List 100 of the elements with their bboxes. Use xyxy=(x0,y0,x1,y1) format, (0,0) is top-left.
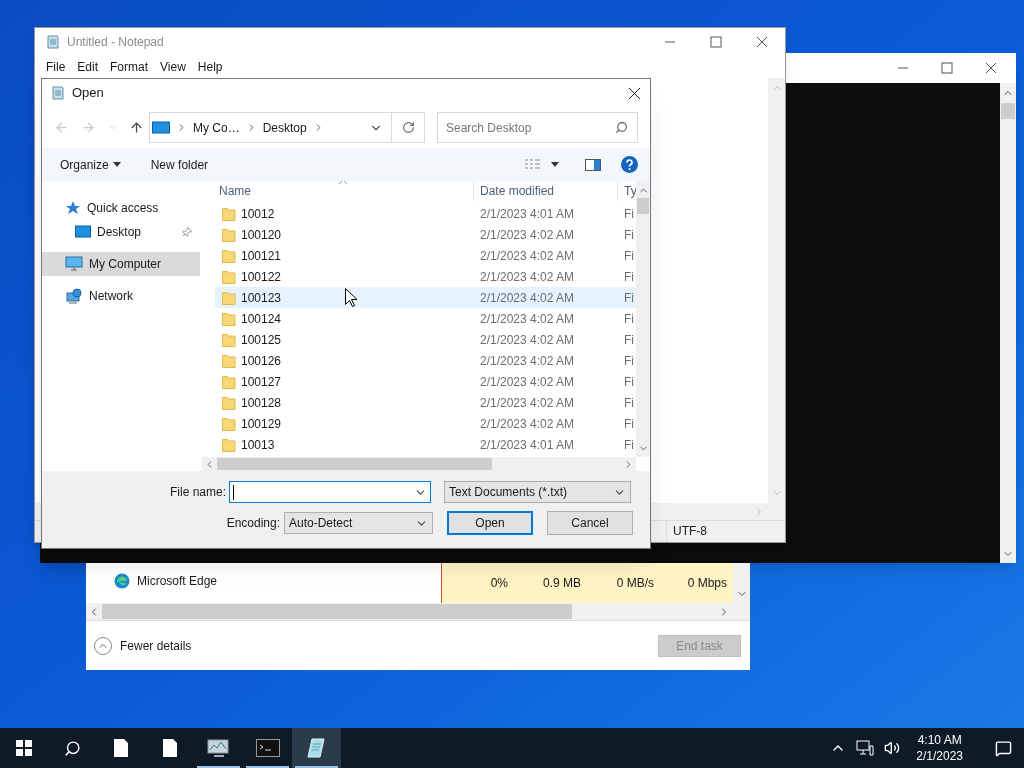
notepad-icon xyxy=(50,85,66,101)
running-indicator xyxy=(197,766,240,768)
file-name: 10013 xyxy=(241,436,275,454)
up-icon[interactable] xyxy=(129,120,144,135)
scroll-thumb[interactable] xyxy=(637,198,649,214)
search-field[interactable]: Search Desktop xyxy=(437,112,638,143)
breadcrumb-item[interactable]: My Co… xyxy=(193,118,240,137)
folder-icon xyxy=(222,290,236,305)
clock-time: 4:10 AM xyxy=(917,732,962,748)
file-type: Fi xyxy=(623,205,635,223)
scroll-thumb[interactable] xyxy=(1001,103,1015,119)
date-modified: 2/1/2023 4:01 AM xyxy=(479,205,576,223)
file-name: 100124 xyxy=(241,310,282,328)
file-row[interactable]: 100129 2/1/2023 4:02 AM Fi xyxy=(215,413,636,434)
notepad-icon xyxy=(45,34,61,50)
organize-button[interactable]: Organize xyxy=(60,155,121,174)
file-row[interactable]: 100121 2/1/2023 4:02 AM Fi xyxy=(215,245,636,266)
nav-item[interactable]: My Computer xyxy=(42,252,200,276)
caret-icon[interactable] xyxy=(551,162,559,167)
file-name: 100127 xyxy=(241,373,282,391)
vertical-scrollbar[interactable] xyxy=(636,181,650,457)
maximize-icon[interactable] xyxy=(941,62,953,74)
new-folder-button[interactable]: New folder xyxy=(150,155,209,174)
file-row[interactable]: 100125 2/1/2023 4:02 AM Fi xyxy=(215,329,636,350)
forward-icon[interactable] xyxy=(81,120,96,135)
menu-item[interactable]: View xyxy=(155,58,191,76)
close-icon[interactable] xyxy=(985,62,997,74)
menu-item[interactable]: File xyxy=(41,58,71,76)
clock[interactable]: 4:10 AM 2/1/2023 xyxy=(910,732,969,764)
vertical-scrollbar[interactable] xyxy=(768,78,785,503)
nav-item[interactable]: Network xyxy=(42,284,200,308)
date-modified: 2/1/2023 4:02 AM xyxy=(479,289,576,307)
file-name: 100121 xyxy=(241,247,282,265)
file-row[interactable]: 100124 2/1/2023 4:02 AM Fi xyxy=(215,308,636,329)
file-row[interactable]: 100128 2/1/2023 4:02 AM Fi xyxy=(215,392,636,413)
vertical-scrollbar[interactable] xyxy=(1000,83,1016,563)
nav-label: Desktop xyxy=(97,224,143,241)
desktop-icon xyxy=(75,225,91,239)
maximize-icon[interactable] xyxy=(710,36,722,48)
file-name: 100128 xyxy=(241,394,282,412)
network-icon[interactable] xyxy=(856,740,875,756)
file-name: 100129 xyxy=(241,415,282,433)
table-cell: 0 MB/s xyxy=(587,563,660,603)
folder-icon xyxy=(222,332,236,347)
file-row[interactable]: 100127 2/1/2023 4:02 AM Fi xyxy=(215,371,636,392)
text-cursor xyxy=(233,484,234,500)
volume-icon[interactable] xyxy=(884,740,901,756)
recent-locations-icon[interactable] xyxy=(108,123,117,132)
folder-icon xyxy=(222,227,236,242)
file-type: Fi xyxy=(623,310,635,328)
close-icon[interactable] xyxy=(756,36,768,48)
file-row[interactable]: 10013 2/1/2023 4:01 AM Fi xyxy=(215,434,636,455)
address-bar[interactable]: My Co… Desktop xyxy=(149,112,425,143)
date-modified: 2/1/2023 4:02 AM xyxy=(479,268,576,286)
notifications-icon[interactable] xyxy=(995,739,1012,757)
taskbar-app[interactable] xyxy=(292,728,341,768)
column-header[interactable]: Date modified xyxy=(474,181,618,201)
file-row[interactable]: 100123 2/1/2023 4:02 AM Fi xyxy=(215,287,636,308)
refresh-icon[interactable] xyxy=(401,121,415,134)
close-icon[interactable] xyxy=(627,86,641,100)
folder-icon xyxy=(222,353,236,368)
menu-item[interactable]: Edit xyxy=(72,58,104,76)
nav-item[interactable]: Desktop xyxy=(42,220,200,244)
document-icon xyxy=(161,738,178,758)
search-icon xyxy=(63,739,81,757)
fewer-details-button[interactable]: Fewer details xyxy=(94,636,192,655)
back-icon[interactable] xyxy=(54,120,69,135)
cancel-button[interactable]: Cancel xyxy=(547,511,633,535)
file-type: Fi xyxy=(623,436,635,454)
column-header[interactable]: Name xyxy=(215,181,474,201)
status-text: UTF-8 xyxy=(666,521,785,542)
clock-date: 2/1/2023 xyxy=(916,748,963,764)
horizontal-scrollbar[interactable] xyxy=(86,603,750,620)
caret-icon xyxy=(112,162,121,167)
nav-item[interactable]: Quick access xyxy=(42,196,200,220)
help-icon[interactable] xyxy=(621,156,638,173)
horizontal-scrollbar[interactable] xyxy=(202,457,636,471)
running-indicator xyxy=(246,766,289,768)
open-button[interactable]: Open xyxy=(447,511,533,535)
scroll-thumb[interactable] xyxy=(217,458,492,470)
file-row[interactable]: 100122 2/1/2023 4:02 AM Fi xyxy=(215,266,636,287)
column-header[interactable]: Ty xyxy=(618,181,636,201)
file-type-dropdown[interactable]: Text Documents (*.txt) xyxy=(444,481,631,503)
encoding-dropdown[interactable]: Auto-Detect xyxy=(284,512,433,534)
preview-pane-icon[interactable] xyxy=(585,158,601,171)
breadcrumb-item[interactable]: Desktop xyxy=(262,118,307,137)
nav-label: Network xyxy=(89,288,134,305)
view-options-icon[interactable] xyxy=(525,158,541,171)
document-icon xyxy=(112,738,129,758)
scroll-thumb[interactable] xyxy=(102,604,572,619)
search-icon xyxy=(615,121,628,134)
file-name-field[interactable] xyxy=(229,481,431,503)
table-cell: 0 Mbps xyxy=(660,563,733,603)
menu-item[interactable]: Help xyxy=(192,58,228,76)
file-row[interactable]: 100126 2/1/2023 4:02 AM Fi xyxy=(215,350,636,371)
field-label: Encoding: xyxy=(225,515,281,532)
file-name: 100125 xyxy=(241,331,282,349)
menu-item[interactable]: Format xyxy=(105,58,154,76)
file-row[interactable]: 100120 2/1/2023 4:02 AM Fi xyxy=(215,224,636,245)
file-row[interactable]: 10012 2/1/2023 4:01 AM Fi xyxy=(215,203,636,224)
